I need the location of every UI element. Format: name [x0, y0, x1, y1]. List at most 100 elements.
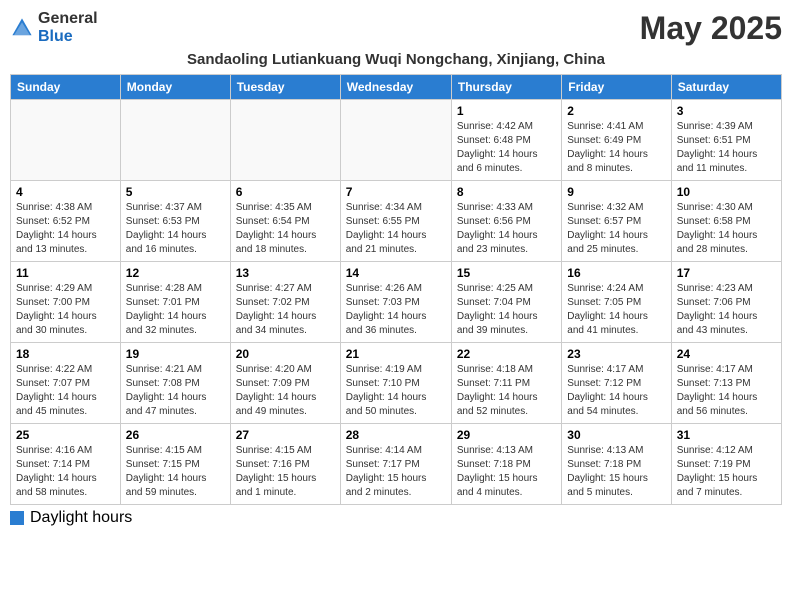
calendar-cell-4-5: 30 Sunrise: 4:13 AM Sunset: 7:18 PM Dayli… [562, 424, 671, 505]
day-info: Sunrise: 4:15 AM Sunset: 7:16 PM Dayligh… [236, 445, 317, 498]
calendar-cell-2-5: 16 Sunrise: 4:24 AM Sunset: 7:05 PM Dayli… [562, 262, 671, 343]
logo: General Blue [10, 10, 98, 46]
day-info: Sunrise: 4:18 AM Sunset: 7:11 PM Dayligh… [457, 364, 538, 417]
day-info: Sunrise: 4:32 AM Sunset: 6:57 PM Dayligh… [567, 202, 648, 255]
day-info: Sunrise: 4:23 AM Sunset: 7:06 PM Dayligh… [677, 283, 758, 336]
day-number: 11 [16, 266, 115, 280]
day-info: Sunrise: 4:37 AM Sunset: 6:53 PM Dayligh… [126, 202, 207, 255]
day-number: 30 [567, 428, 665, 442]
day-info: Sunrise: 4:35 AM Sunset: 6:54 PM Dayligh… [236, 202, 317, 255]
weekday-header-thursday: Thursday [451, 75, 561, 100]
location-title: Sandaoling Lutiankuang Wuqi Nongchang, X… [10, 51, 782, 68]
day-info: Sunrise: 4:34 AM Sunset: 6:55 PM Dayligh… [346, 202, 427, 255]
calendar-row-2: 11 Sunrise: 4:29 AM Sunset: 7:00 PM Dayli… [11, 262, 782, 343]
calendar-cell-3-2: 20Sunrise: 4:20 AM Sunset: 7:09 PM Dayli… [230, 343, 340, 424]
calendar-cell-0-0 [11, 100, 121, 181]
day-info: Sunrise: 4:41 AM Sunset: 6:49 PM Dayligh… [567, 121, 648, 174]
calendar-cell-4-4: 29 Sunrise: 4:13 AM Sunset: 7:18 PM Dayli… [451, 424, 561, 505]
day-number: 16 [567, 266, 665, 280]
day-info: Sunrise: 4:21 AM Sunset: 7:08 PM Dayligh… [126, 364, 207, 417]
day-info: Sunrise: 4:19 AM Sunset: 7:10 PM Dayligh… [346, 364, 427, 417]
day-number: 10 [677, 185, 776, 199]
day-number: 12 [126, 266, 225, 280]
day-info: Sunrise: 4:12 AM Sunset: 7:19 PM Dayligh… [677, 445, 758, 498]
day-number: 26 [126, 428, 225, 442]
calendar-cell-4-3: 28 Sunrise: 4:14 AM Sunset: 7:17 PM Dayli… [340, 424, 451, 505]
day-number: 31 [677, 428, 776, 442]
weekday-header-wednesday: Wednesday [340, 75, 451, 100]
daylight-icon [10, 511, 24, 525]
calendar-cell-0-2 [230, 100, 340, 181]
day-number: 22 [457, 347, 556, 361]
day-info: Sunrise: 4:33 AM Sunset: 6:56 PM Dayligh… [457, 202, 538, 255]
day-info: Sunrise: 4:38 AM Sunset: 6:52 PM Dayligh… [16, 202, 97, 255]
day-info: Sunrise: 4:13 AM Sunset: 7:18 PM Dayligh… [457, 445, 538, 498]
day-info: Sunrise: 4:30 AM Sunset: 6:58 PM Dayligh… [677, 202, 758, 255]
calendar-cell-0-5: 2 Sunrise: 4:41 AM Sunset: 6:49 PM Daylig… [562, 100, 671, 181]
day-number: 4 [16, 185, 115, 199]
day-info: Sunrise: 4:17 AM Sunset: 7:12 PM Dayligh… [567, 364, 648, 417]
day-number: 23 [567, 347, 665, 361]
day-info: Sunrise: 4:16 AM Sunset: 7:14 PM Dayligh… [16, 445, 97, 498]
month-title: May 2025 [640, 10, 782, 47]
day-number: 24 [677, 347, 776, 361]
day-number: 13 [236, 266, 335, 280]
day-info: Sunrise: 4:25 AM Sunset: 7:04 PM Dayligh… [457, 283, 538, 336]
day-number: 28 [346, 428, 446, 442]
day-info: Sunrise: 4:17 AM Sunset: 7:13 PM Dayligh… [677, 364, 758, 417]
day-info: Sunrise: 4:29 AM Sunset: 7:00 PM Dayligh… [16, 283, 97, 336]
day-number: 19 [126, 347, 225, 361]
logo-general: General [38, 10, 98, 27]
calendar-cell-0-3 [340, 100, 451, 181]
calendar-row-1: 4 Sunrise: 4:38 AM Sunset: 6:52 PM Daylig… [11, 181, 782, 262]
calendar-cell-1-6: 10 Sunrise: 4:30 AM Sunset: 6:58 PM Dayli… [671, 181, 781, 262]
calendar-row-4: 25 Sunrise: 4:16 AM Sunset: 7:14 PM Dayli… [11, 424, 782, 505]
calendar-row-3: 18Sunrise: 4:22 AM Sunset: 7:07 PM Dayli… [11, 343, 782, 424]
day-number: 21 [346, 347, 446, 361]
calendar-cell-2-1: 12 Sunrise: 4:28 AM Sunset: 7:01 PM Dayli… [120, 262, 230, 343]
calendar-cell-3-5: 23 Sunrise: 4:17 AM Sunset: 7:12 PM Dayli… [562, 343, 671, 424]
day-info: Sunrise: 4:28 AM Sunset: 7:01 PM Dayligh… [126, 283, 207, 336]
calendar-row-0: 1 Sunrise: 4:42 AM Sunset: 6:48 PM Daylig… [11, 100, 782, 181]
calendar-body: 1 Sunrise: 4:42 AM Sunset: 6:48 PM Daylig… [11, 100, 782, 505]
day-number: 29 [457, 428, 556, 442]
day-info: Sunrise: 4:24 AM Sunset: 7:05 PM Dayligh… [567, 283, 648, 336]
calendar-cell-0-6: 3Sunrise: 4:39 AM Sunset: 6:51 PM Daylig… [671, 100, 781, 181]
calendar-cell-1-5: 9 Sunrise: 4:32 AM Sunset: 6:57 PM Daylig… [562, 181, 671, 262]
logo-icon [10, 16, 34, 40]
day-info: Sunrise: 4:26 AM Sunset: 7:03 PM Dayligh… [346, 283, 427, 336]
calendar-cell-3-3: 21 Sunrise: 4:19 AM Sunset: 7:10 PM Dayli… [340, 343, 451, 424]
weekday-header-monday: Monday [120, 75, 230, 100]
weekday-header-row: SundayMondayTuesdayWednesdayThursdayFrid… [11, 75, 782, 100]
calendar-cell-2-4: 15Sunrise: 4:25 AM Sunset: 7:04 PM Dayli… [451, 262, 561, 343]
day-number: 9 [567, 185, 665, 199]
weekday-header-friday: Friday [562, 75, 671, 100]
calendar-cell-3-6: 24 Sunrise: 4:17 AM Sunset: 7:13 PM Dayli… [671, 343, 781, 424]
calendar-cell-2-0: 11 Sunrise: 4:29 AM Sunset: 7:00 PM Dayli… [11, 262, 121, 343]
weekday-header-tuesday: Tuesday [230, 75, 340, 100]
day-info: Sunrise: 4:20 AM Sunset: 7:09 PM Dayligh… [236, 364, 317, 417]
calendar-cell-1-0: 4 Sunrise: 4:38 AM Sunset: 6:52 PM Daylig… [11, 181, 121, 262]
day-number: 5 [126, 185, 225, 199]
calendar-cell-0-1 [120, 100, 230, 181]
day-info: Sunrise: 4:14 AM Sunset: 7:17 PM Dayligh… [346, 445, 427, 498]
day-number: 14 [346, 266, 446, 280]
day-number: 27 [236, 428, 335, 442]
day-number: 2 [567, 104, 665, 118]
calendar-cell-1-3: 7 Sunrise: 4:34 AM Sunset: 6:55 PM Daylig… [340, 181, 451, 262]
calendar-cell-0-4: 1 Sunrise: 4:42 AM Sunset: 6:48 PM Daylig… [451, 100, 561, 181]
day-number: 1 [457, 104, 556, 118]
calendar-cell-4-2: 27 Sunrise: 4:15 AM Sunset: 7:16 PM Dayli… [230, 424, 340, 505]
day-number: 25 [16, 428, 115, 442]
day-number: 6 [236, 185, 335, 199]
calendar-cell-1-1: 5 Sunrise: 4:37 AM Sunset: 6:53 PM Daylig… [120, 181, 230, 262]
calendar-cell-3-4: 22 Sunrise: 4:18 AM Sunset: 7:11 PM Dayli… [451, 343, 561, 424]
footer: Daylight hours [10, 509, 782, 527]
day-info: Sunrise: 4:42 AM Sunset: 6:48 PM Dayligh… [457, 121, 538, 174]
calendar-cell-3-1: 19 Sunrise: 4:21 AM Sunset: 7:08 PM Dayli… [120, 343, 230, 424]
weekday-header-saturday: Saturday [671, 75, 781, 100]
day-info: Sunrise: 4:13 AM Sunset: 7:18 PM Dayligh… [567, 445, 648, 498]
calendar-cell-2-2: 13Sunrise: 4:27 AM Sunset: 7:02 PM Dayli… [230, 262, 340, 343]
day-number: 7 [346, 185, 446, 199]
calendar-table: SundayMondayTuesdayWednesdayThursdayFrid… [10, 74, 782, 505]
